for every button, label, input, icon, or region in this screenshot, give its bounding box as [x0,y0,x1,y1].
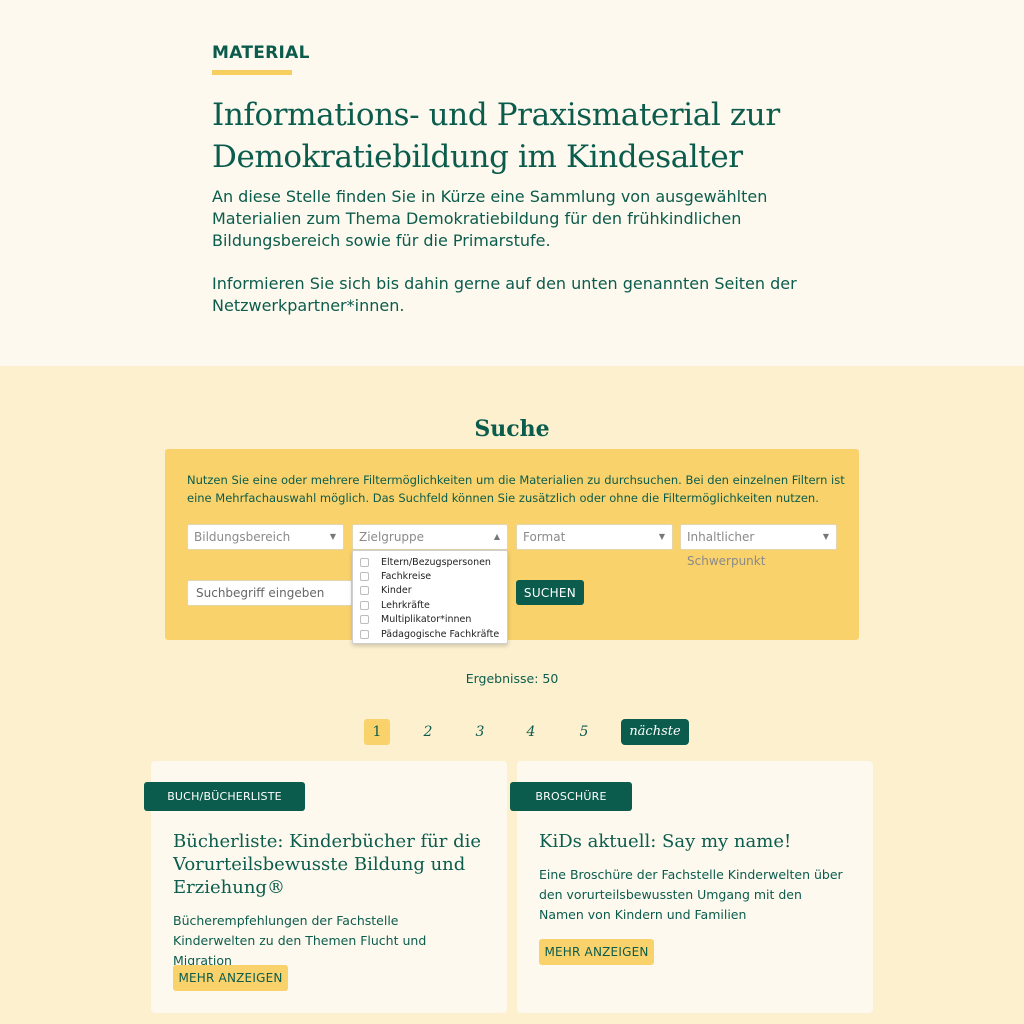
dropdown-option[interactable]: Pädagogische Fachkräfte [353,627,507,641]
pagination-page-1[interactable]: 1 [364,719,390,745]
intro-paragraph-2: Informieren Sie sich bis dahin gerne auf… [212,274,797,315]
more-button[interactable]: MEHR ANZEIGEN [173,965,288,991]
caret-down-icon: ▼ [329,532,336,541]
dropdown-option[interactable]: Multiplikator*innen [353,613,507,627]
dropdown-option[interactable]: Kinder [353,584,507,598]
filter-bildungsbereich-label: Bildungsbereich [194,530,291,544]
filter-schwerpunkt-label: Inhaltlicher Schwerpunkt [687,530,766,568]
checkbox[interactable] [360,557,369,567]
dropdown-option[interactable]: Fachkreise [353,569,507,583]
filter-hint: Nutzen Sie eine oder mehrere Filtermögli… [187,473,845,505]
card-category-tag: BROSCHÜRE [510,782,632,811]
pagination-page-5[interactable]: 5 [571,719,597,745]
checkbox[interactable] [360,629,369,639]
caret-down-icon: ▼ [658,532,665,541]
section-eyebrow: MATERIAL [212,43,310,63]
search-submit-button[interactable]: SUCHEN [516,580,584,605]
option-label: Kinder [381,585,412,597]
option-label: Pädagogische Fachkräfte [381,628,500,640]
pagination-next-button[interactable]: nächste [621,719,689,745]
eyebrow-underline [212,70,292,75]
intro-text: An diese Stelle finden Sie in Kürze eine… [212,186,822,317]
pagination-page-2[interactable]: 2 [415,719,441,745]
caret-down-icon: ▼ [822,532,829,541]
filter-zielgruppe-label: Zielgruppe [359,530,425,544]
checkbox[interactable] [360,600,369,610]
intro-section: MATERIAL Informations- und Praxismateria… [0,0,1024,366]
option-label: Eltern/Bezugspersonen [381,556,491,568]
filter-zielgruppe-select[interactable]: Zielgruppe ▲ [352,524,508,550]
card-title[interactable]: KiDs aktuell: Say my name! [539,830,849,853]
caret-up-icon: ▲ [493,532,500,541]
card-category-tag: BUCH/BÜCHERLISTE [144,782,305,811]
card-title[interactable]: Bücherliste: Kinderbücher für die Vorurt… [173,830,483,899]
filter-bildungsbereich-select[interactable]: Bildungsbereich ▼ [187,524,344,550]
checkbox[interactable] [360,572,369,582]
option-label: Fachkreise [381,571,432,583]
pagination-page-3[interactable]: 3 [467,719,493,745]
checkbox[interactable] [360,586,369,596]
page-title: Informations- und Praxismaterial zur Dem… [212,97,780,175]
option-label: Lehrkräfte [381,599,430,611]
search-input[interactable] [187,580,352,606]
card-description: Eine Broschüre der Fachstelle Kinderwelt… [539,867,843,922]
checkbox[interactable] [360,615,369,625]
pagination-page-4[interactable]: 4 [518,719,544,745]
search-heading: Suche [474,416,550,442]
dropdown-option[interactable]: Eltern/Bezugspersonen [353,555,507,569]
filter-format-label: Format [523,530,566,544]
filter-schwerpunkt-select[interactable]: Inhaltlicher Schwerpunkt ▼ [680,524,837,568]
dropdown-option[interactable]: Lehrkräfte [353,598,507,612]
intro-paragraph-1: An diese Stelle finden Sie in Kürze eine… [212,187,768,250]
results-count: Ergebnisse: 50 [465,671,559,686]
zielgruppe-dropdown: Eltern/Bezugspersonen Fachkreise Kinder … [352,550,508,644]
option-label: Multiplikator*innen [381,614,472,626]
more-button[interactable]: MEHR ANZEIGEN [539,939,654,965]
card-description: Bücherempfehlungen der Fachstelle Kinder… [173,913,427,968]
filter-format-select[interactable]: Format ▼ [516,524,673,550]
